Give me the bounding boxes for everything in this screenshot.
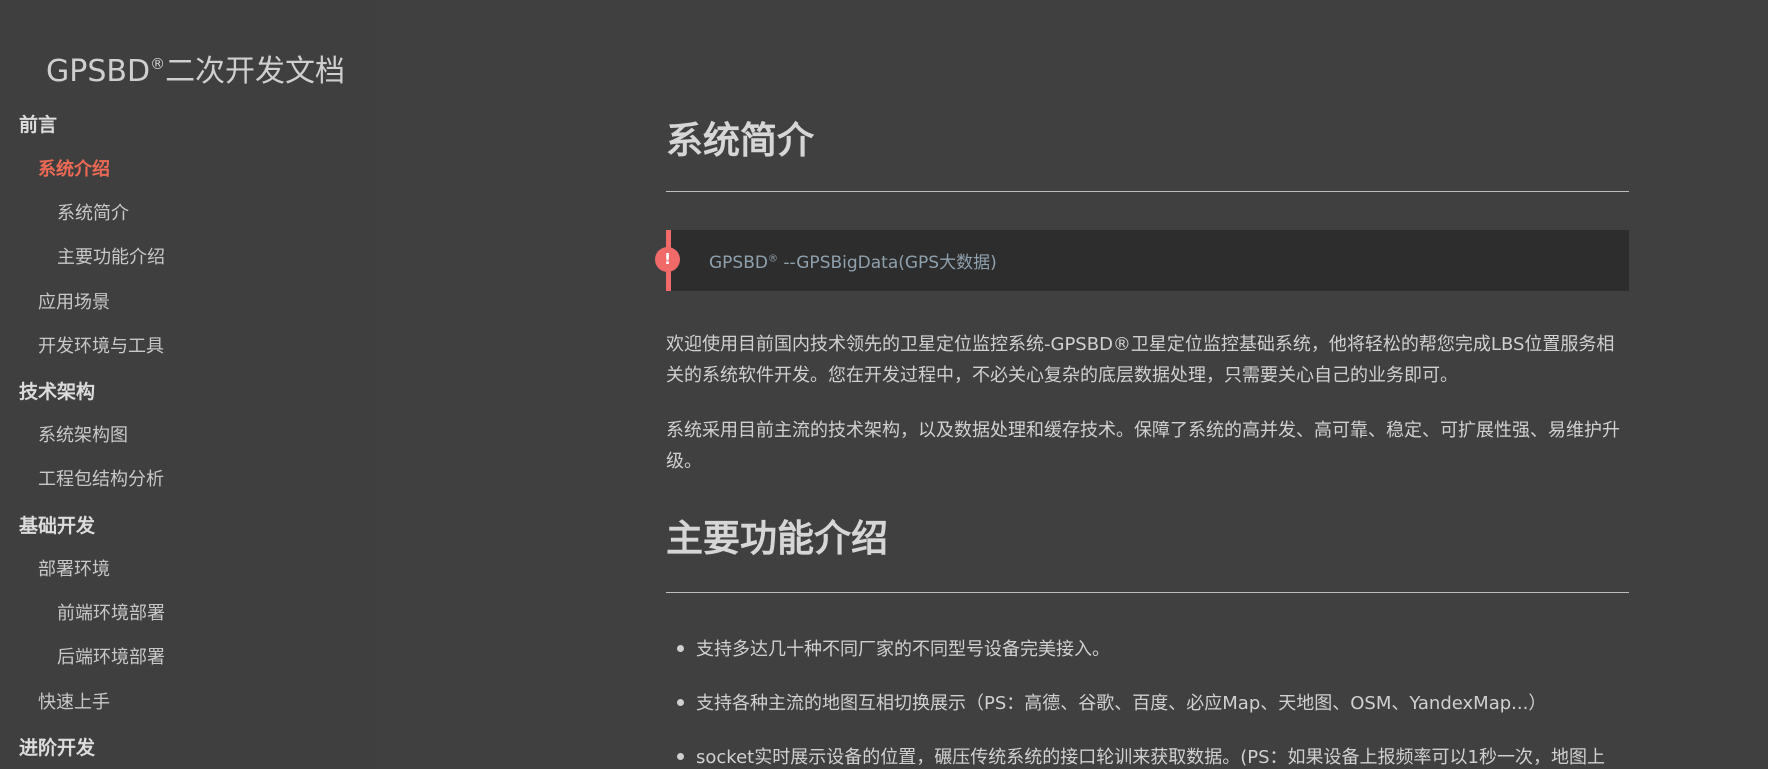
paragraph-architecture: 系统采用目前主流的技术架构，以及数据处理和缓存技术。保障了系统的高并发、高可靠、…: [666, 420, 1620, 472]
sidebar-item-package-structure[interactable]: 工程包结构分析: [38, 465, 164, 491]
brand-registered-mark: ®: [150, 55, 166, 73]
paragraph-welcome: 欢迎使用目前国内技术领先的卫星定位监控系统-GPSBD®卫星定位监控基础系统，他…: [666, 334, 1615, 386]
callout-text-part: GPSBD: [709, 253, 768, 273]
sidebar-item-basic-dev[interactable]: 基础开发: [19, 511, 95, 538]
sidebar-item-main-features[interactable]: 主要功能介绍: [57, 243, 165, 269]
sidebar: GPSBD®二次开发文档 前言 系统介绍 系统简介 主要功能介绍 应用场景 开发…: [0, 0, 375, 769]
callout-box: ! GPSBD® --GPSBigData(GPS大数据): [655, 230, 1629, 291]
sidebar-item-advanced-dev[interactable]: 进阶开发: [19, 733, 95, 760]
section-divider: [666, 592, 1629, 593]
sidebar-item-quick-start[interactable]: 快速上手: [38, 688, 110, 714]
section-title-main-features: 主要功能介绍: [666, 517, 888, 560]
list-item: 支持多达几十种不同厂家的不同型号设备完美接入。: [696, 639, 1110, 660]
sidebar-item-system-overview[interactable]: 系统简介: [57, 199, 129, 225]
callout-registered-mark: ®: [767, 253, 778, 265]
list-item: socket实时展示设备的位置，碾压传统系统的接口轮训来获取数据。(PS：如果设…: [696, 747, 1605, 768]
sidebar-item-architecture-diagram[interactable]: 系统架构图: [38, 421, 128, 447]
article: 系统简介 ! GPSBD® --GPSBigData(GPS大数据) 欢迎使用目…: [655, 0, 1629, 769]
section-divider: [666, 191, 1629, 192]
bullet-icon: [677, 753, 684, 760]
sidebar-item-backend-deploy[interactable]: 后端环境部署: [57, 643, 165, 669]
brand-suffix: 二次开发文档: [165, 54, 346, 89]
sidebar-item-frontend-deploy[interactable]: 前端环境部署: [57, 599, 165, 625]
sidebar-item-architecture[interactable]: 技术架构: [19, 377, 95, 404]
callout-text-part: --GPSBigData(GPS大数据): [777, 253, 997, 273]
section-title-system-overview: 系统简介: [666, 119, 814, 162]
bullet-icon: [677, 645, 684, 652]
list-item: 支持各种主流的地图互相切换展示（PS：高德、谷歌、百度、必应Map、天地图、OS…: [696, 693, 1547, 714]
sidebar-item-dev-env-tools[interactable]: 开发环境与工具: [38, 332, 164, 358]
sidebar-item-use-cases[interactable]: 应用场景: [38, 288, 110, 314]
sidebar-item-deploy-env[interactable]: 部署环境: [38, 555, 110, 581]
main-content: 系统简介 ! GPSBD® --GPSBigData(GPS大数据) 欢迎使用目…: [375, 0, 1768, 769]
bullet-icon: [677, 699, 684, 706]
brand-title[interactable]: GPSBD®二次开发文档: [46, 46, 345, 90]
callout-text: GPSBD® --GPSBigData(GPS大数据): [709, 248, 997, 273]
sidebar-item-system-intro[interactable]: 系统介绍: [38, 155, 110, 181]
sidebar-item-preface[interactable]: 前言: [19, 110, 57, 137]
brand-name: GPSBD: [46, 54, 151, 89]
alert-circle-icon: !: [655, 247, 680, 272]
